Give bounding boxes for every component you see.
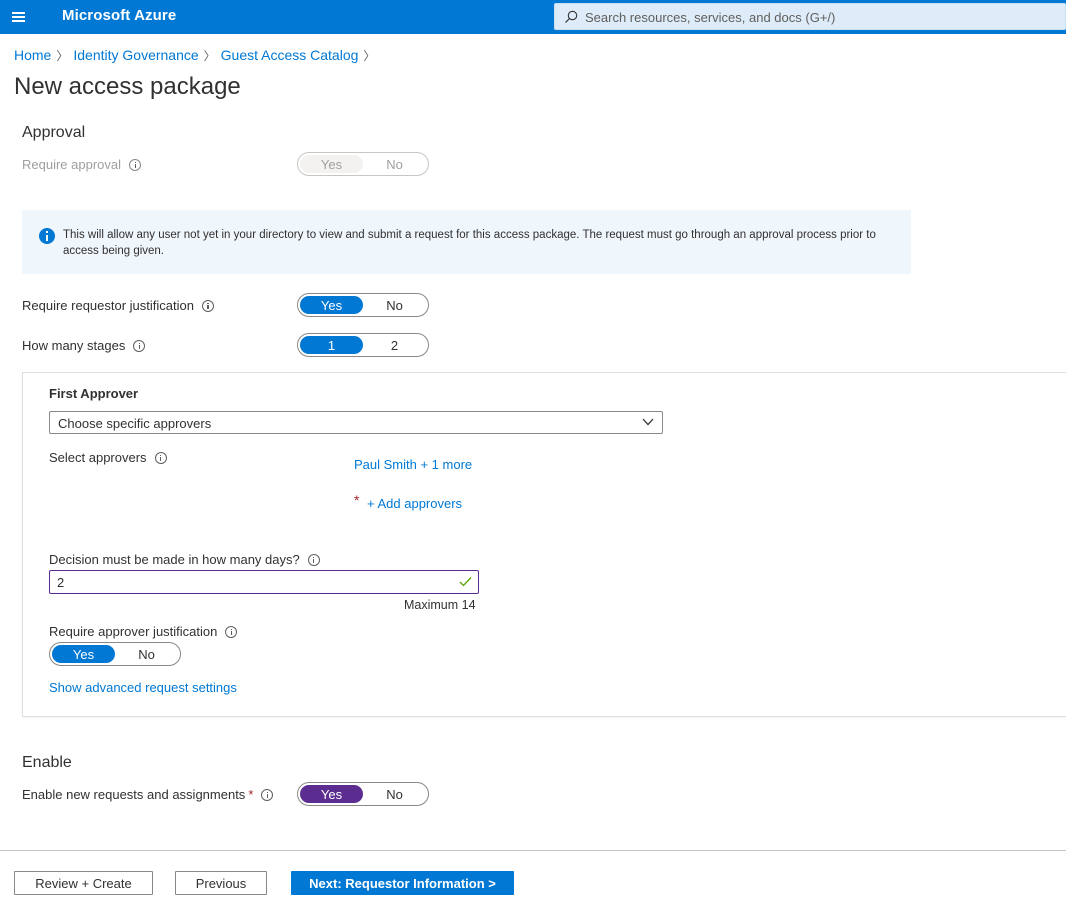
select-approvers-label: Select approvers: [49, 450, 167, 465]
require-approval-text: Require approval: [22, 157, 122, 172]
enable-section-title: Enable: [22, 754, 72, 771]
requestor-justification-toggle[interactable]: Yes No: [297, 293, 429, 317]
approver-justification-yes[interactable]: Yes: [52, 645, 115, 663]
requestor-justification-text: Require requestor justification: [22, 298, 194, 313]
menu-icon[interactable]: [8, 6, 30, 28]
info-icon[interactable]: [154, 451, 167, 464]
page-title: New access package: [14, 73, 241, 100]
breadcrumb: Home 〉 Identity Governance 〉 Guest Acces…: [14, 46, 380, 64]
enable-requests-text: Enable new requests and assignments: [22, 787, 246, 802]
requestor-justification-label: Require requestor justification: [22, 298, 214, 313]
enable-requests-toggle[interactable]: Yes No: [297, 782, 429, 806]
approver-justification-label: Require approver justification: [49, 624, 238, 639]
enable-requests-label: Enable new requests and assignments *: [22, 787, 274, 802]
breadcrumb-guest-access-catalog[interactable]: Guest Access Catalog: [221, 47, 359, 63]
search-box[interactable]: Search resources, services, and docs (G+…: [554, 3, 1066, 30]
checkmark-icon: [459, 577, 472, 587]
info-icon[interactable]: [133, 339, 146, 352]
search-icon: [565, 10, 578, 23]
stages-option-1[interactable]: 1: [300, 336, 363, 354]
stages-option-2[interactable]: 2: [363, 336, 426, 354]
info-icon[interactable]: [129, 158, 142, 171]
chevron-down-icon: [642, 418, 654, 426]
info-circle-icon: [39, 228, 55, 244]
advanced-settings-link[interactable]: Show advanced request settings: [49, 680, 237, 695]
require-approval-toggle: Yes No: [297, 152, 429, 176]
first-approver-panel: First Approver Choose specific approvers…: [22, 372, 1066, 717]
approver-justification-toggle[interactable]: Yes No: [49, 642, 181, 666]
approver-justification-text: Require approver justification: [49, 624, 218, 639]
first-approver-title: First Approver: [49, 386, 139, 401]
decision-days-field[interactable]: [49, 570, 479, 594]
required-star: *: [354, 492, 360, 508]
approver-type-dropdown[interactable]: Choose specific approvers: [49, 411, 663, 434]
banner-text: This will allow any user not yet in your…: [63, 229, 876, 257]
add-approvers-link[interactable]: + Add approvers: [367, 496, 462, 511]
decision-days-input[interactable]: [57, 571, 437, 593]
require-approval-no: No: [386, 156, 403, 172]
enable-requests-no[interactable]: No: [363, 785, 426, 803]
next-requestor-information-button[interactable]: Next: Requestor Information >: [291, 871, 514, 895]
breadcrumb-home[interactable]: Home: [14, 47, 51, 63]
selected-approvers-link[interactable]: Paul Smith + 1 more: [354, 457, 472, 472]
search-input[interactable]: Search resources, services, and docs (G+…: [585, 10, 835, 25]
brand-title[interactable]: Microsoft Azure: [62, 7, 176, 24]
enable-requests-yes[interactable]: Yes: [300, 785, 363, 803]
dropdown-value: Choose specific approvers: [58, 416, 212, 431]
stages-text: How many stages: [22, 338, 126, 353]
footer-divider: [0, 850, 1066, 851]
top-bar: Microsoft Azure Search resources, servic…: [0, 0, 1066, 34]
require-approval-yes: Yes: [300, 155, 363, 173]
require-approval-label: Require approval: [22, 157, 142, 172]
chevron-right-icon: 〉: [363, 48, 376, 63]
maximum-days-hint: Maximum 14: [404, 598, 476, 612]
info-icon[interactable]: [261, 788, 274, 801]
requestor-justification-yes[interactable]: Yes: [300, 296, 363, 314]
decision-days-text: Decision must be made in how many days?: [49, 552, 300, 567]
breadcrumb-identity-governance[interactable]: Identity Governance: [73, 47, 198, 63]
info-icon[interactable]: [225, 625, 238, 638]
approval-section-title: Approval: [22, 124, 86, 141]
select-approvers-text: Select approvers: [49, 450, 147, 465]
decision-days-label: Decision must be made in how many days?: [49, 552, 320, 567]
info-banner: This will allow any user not yet in your…: [22, 210, 911, 274]
requestor-justification-no[interactable]: No: [363, 296, 426, 314]
chevron-right-icon: 〉: [203, 48, 216, 63]
required-star: *: [248, 787, 254, 802]
chevron-right-icon: 〉: [56, 48, 69, 63]
approver-justification-no[interactable]: No: [115, 645, 178, 663]
info-icon[interactable]: [307, 553, 320, 566]
review-create-button[interactable]: Review + Create: [14, 871, 153, 895]
info-icon[interactable]: [201, 299, 214, 312]
stages-label: How many stages: [22, 338, 146, 353]
stages-toggle[interactable]: 1 2: [297, 333, 429, 357]
previous-button[interactable]: Previous: [175, 871, 267, 895]
